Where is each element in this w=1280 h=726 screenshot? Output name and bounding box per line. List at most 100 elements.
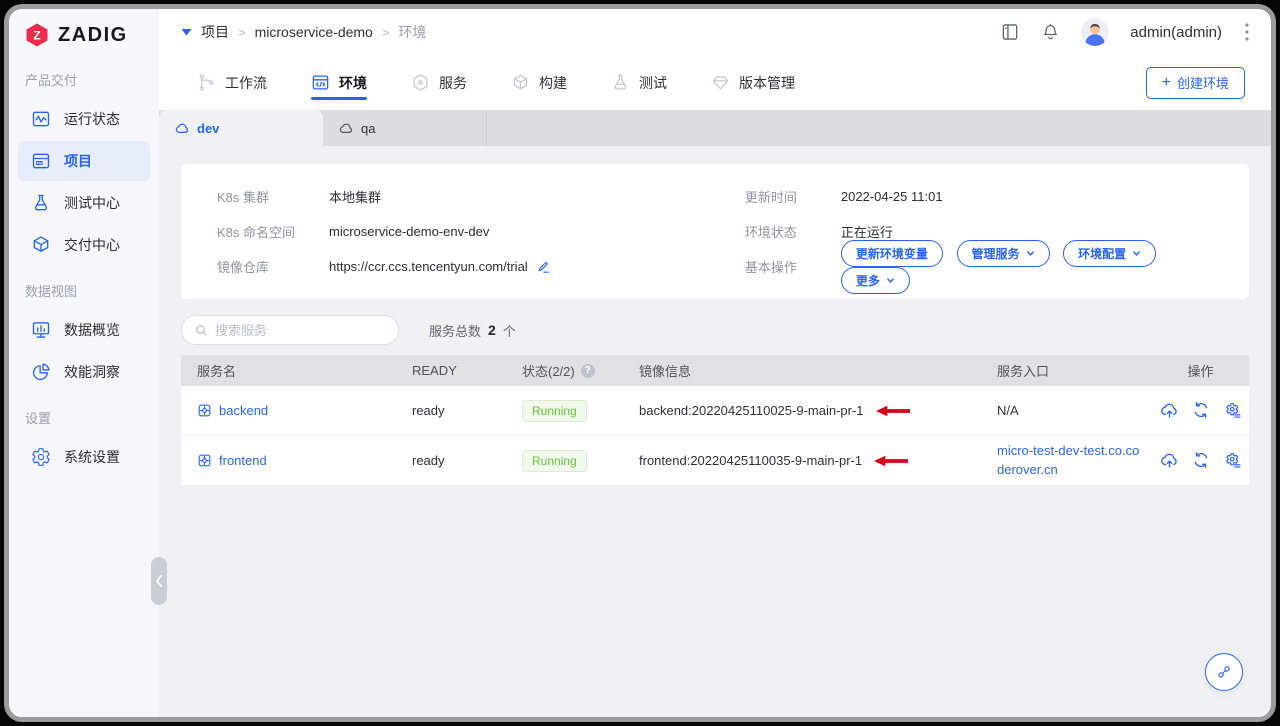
- zadig-logo-icon: Z: [24, 22, 50, 48]
- service-config-gear-icon[interactable]: [1223, 451, 1242, 470]
- kebab-menu-icon[interactable]: [1245, 23, 1249, 41]
- service-config-gear-icon[interactable]: [1223, 401, 1242, 420]
- ready-value: ready: [412, 403, 445, 418]
- cloud-upload-icon[interactable]: [1160, 401, 1179, 420]
- breadcrumb: 项目 > microservice-demo > 环境: [181, 22, 426, 42]
- env-tab-qa[interactable]: qa: [323, 110, 487, 146]
- image-info: backend:20220425110025-9-main-pr-1: [639, 403, 864, 418]
- env-tab-label: dev: [197, 120, 220, 136]
- cloud-icon: [175, 122, 190, 134]
- tab-version-management[interactable]: 版本管理: [711, 55, 795, 110]
- service-entry-link[interactable]: micro-test-dev-test.co.coderover.cn: [997, 442, 1152, 480]
- manage-services-button[interactable]: 管理服务: [956, 239, 1050, 267]
- brand-logo[interactable]: Z ZADIG: [9, 9, 159, 54]
- service-name: frontend: [219, 453, 267, 468]
- breadcrumb-item[interactable]: 项目: [201, 22, 229, 42]
- restart-sync-icon[interactable]: [1192, 401, 1210, 420]
- plus-icon: +: [1161, 73, 1171, 91]
- table-row: backend ready Running backend:2022042511…: [181, 386, 1249, 436]
- delivery-box-icon: [31, 235, 51, 255]
- breadcrumb-separator: >: [238, 24, 246, 40]
- svg-text:PM: PM: [37, 162, 42, 166]
- sidebar-item-system-settings[interactable]: 系统设置: [18, 437, 150, 477]
- main-area: 项目 > microservice-demo > 环境 admin(admin): [159, 9, 1271, 717]
- info-label: K8s 集群: [217, 190, 270, 205]
- bell-icon[interactable]: [1041, 22, 1060, 42]
- tab-build[interactable]: 构建: [511, 55, 567, 110]
- sidebar-item-delivery-center[interactable]: 交付中心: [18, 225, 150, 265]
- col-service-name: 服务名: [197, 364, 237, 379]
- total-count: 2: [488, 322, 496, 338]
- breadcrumb-item[interactable]: microservice-demo: [255, 24, 373, 40]
- docs-book-icon[interactable]: [1000, 22, 1020, 42]
- app-window: Z ZADIG 产品交付 运行状态 PM 项目 测试中心 交付中心 数据视图 数…: [4, 4, 1276, 722]
- project-window-icon: PM: [31, 151, 51, 171]
- user-name[interactable]: admin(admin): [1130, 24, 1222, 41]
- tab-environment[interactable]: 环境: [311, 55, 367, 110]
- sidebar-section-settings: 设置: [25, 411, 52, 426]
- test-flask-icon: [611, 73, 630, 92]
- col-service-entry: 服务入口: [997, 364, 1050, 379]
- breadcrumb-separator: >: [381, 24, 390, 40]
- info-label: 环境状态: [744, 225, 797, 240]
- service-search-box[interactable]: [181, 315, 399, 345]
- sidebar-item-test-center[interactable]: 测试中心: [18, 183, 150, 223]
- info-label: 更新时间: [744, 190, 797, 205]
- user-avatar[interactable]: [1081, 18, 1110, 46]
- button-label: 管理服务: [971, 246, 1020, 261]
- tab-label: 版本管理: [739, 74, 795, 91]
- sidebar-item-data-overview[interactable]: 数据概览: [18, 310, 150, 350]
- sidebar-section-delivery: 产品交付: [25, 73, 78, 88]
- env-tab-dev[interactable]: dev: [159, 110, 323, 146]
- share-link-float-button[interactable]: [1205, 653, 1243, 691]
- service-name: backend: [219, 403, 269, 418]
- chevron-down-icon: [1026, 249, 1035, 258]
- sidebar-item-running-status[interactable]: 运行状态: [18, 99, 150, 139]
- link-icon: [1215, 663, 1233, 681]
- row-operations: [1152, 451, 1249, 470]
- ready-value: ready: [412, 453, 445, 468]
- build-cube-icon: [511, 73, 530, 92]
- service-link-frontend[interactable]: frontend: [197, 453, 412, 468]
- sidebar-collapse-handle[interactable]: [151, 557, 167, 605]
- project-tabbar: 工作流 环境 服务 构建 测试 版本管理 + 创建环境: [159, 55, 1271, 110]
- sidebar-item-label: 系统设置: [64, 449, 120, 465]
- cloud-upload-icon[interactable]: [1160, 451, 1179, 470]
- tab-test[interactable]: 测试: [611, 55, 667, 110]
- tab-workflow[interactable]: 工作流: [197, 55, 267, 110]
- services-table: 服务名 READY 状态(2/2) ? 镜像信息 服务入口 操作 backend…: [181, 355, 1249, 486]
- topbar-right: admin(admin): [1000, 18, 1249, 46]
- pie-chart-icon: [31, 362, 51, 382]
- tab-services[interactable]: 服务: [411, 55, 467, 110]
- version-diamond-icon: [711, 73, 730, 92]
- service-link-backend[interactable]: backend: [197, 403, 412, 418]
- table-header-row: 服务名 READY 状态(2/2) ? 镜像信息 服务入口 操作: [181, 355, 1249, 386]
- help-icon[interactable]: ?: [580, 363, 595, 378]
- info-value: 2022-04-25 11:01: [840, 189, 943, 204]
- tab-label: 测试: [639, 74, 667, 91]
- more-button[interactable]: 更多: [840, 266, 910, 294]
- search-input[interactable]: [215, 322, 391, 338]
- info-row-cluster: K8s 集群 本地集群: [217, 179, 745, 214]
- service-hexagon-icon: [411, 73, 430, 92]
- info-row-actions: 基本操作 更新环境变量 管理服务 环境配置 更多: [745, 239, 1213, 294]
- service-wheel-icon: [197, 403, 212, 418]
- restart-sync-icon[interactable]: [1192, 451, 1210, 470]
- env-config-button[interactable]: 环境配置: [1063, 239, 1157, 267]
- edit-pen-icon[interactable]: [536, 259, 551, 274]
- sidebar-item-insight[interactable]: 效能洞察: [18, 352, 150, 392]
- update-env-vars-button[interactable]: 更新环境变量: [840, 239, 943, 267]
- sidebar-item-projects[interactable]: PM 项目: [18, 141, 150, 181]
- chevron-left-icon: [154, 574, 164, 588]
- col-ready: READY: [412, 363, 457, 378]
- create-environment-button[interactable]: + 创建环境: [1145, 66, 1245, 99]
- status-badge: Running: [522, 399, 587, 422]
- breadcrumb-dropdown-caret-icon[interactable]: [181, 28, 192, 36]
- info-right-column: 更新时间 2022-04-25 11:01 环境状态 正在运行 基本操作 更新环…: [744, 179, 1213, 294]
- info-value: https://ccr.ccs.tencentyun.com/trial: [329, 259, 528, 274]
- tab-label: 服务: [439, 74, 467, 91]
- total-unit: 个: [502, 323, 516, 339]
- cloud-icon: [339, 122, 354, 134]
- info-label: K8s 命名空间: [217, 225, 296, 240]
- flask-icon: [31, 193, 51, 213]
